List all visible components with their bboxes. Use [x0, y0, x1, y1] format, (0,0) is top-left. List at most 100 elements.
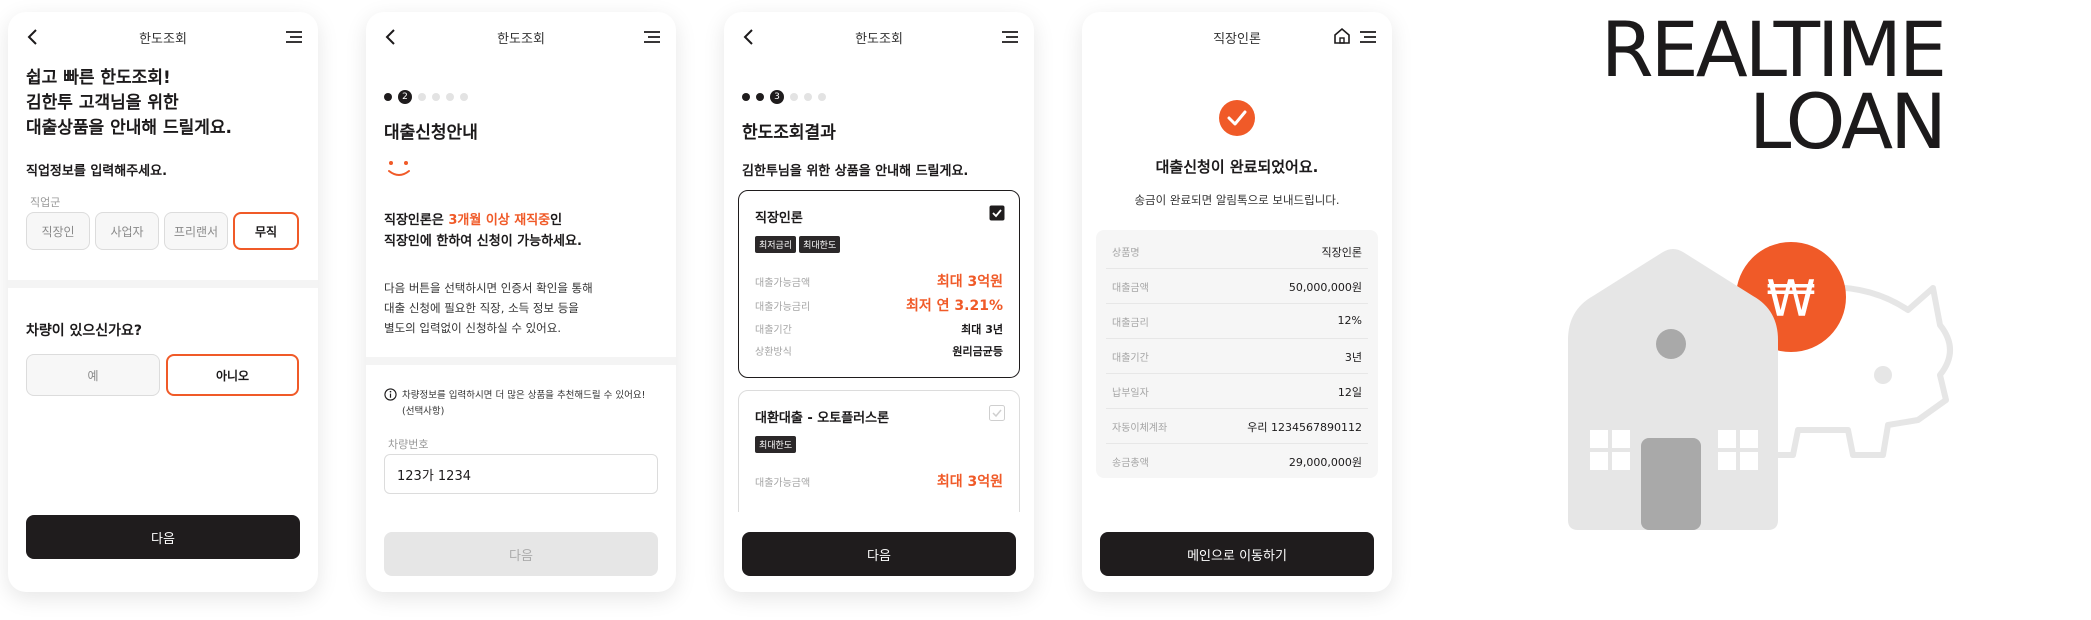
row-value: 최대 3억원	[936, 474, 1003, 490]
product-name: 대환대출 - 오토플러스론	[755, 411, 890, 426]
step-dot	[446, 93, 454, 101]
car-number-label: 차량번호	[388, 438, 429, 451]
product-row: 대출가능금액 최대 3억원	[755, 471, 1003, 491]
notice-text: 직장인론은	[384, 213, 449, 228]
header-title: 한도조회	[497, 32, 545, 47]
screen-limit-result: 한도조회 3 한도조회결과 김한투님을 위한 상품을 안내해 드릴게요. 직장인…	[724, 12, 1034, 592]
product-row: 대출가능금액 최대 3억원	[755, 271, 1003, 291]
app-header: 한도조회	[8, 12, 318, 62]
loan-summary: 상품명 직장인론 대출금액 50,000,000원 대출금리 12% 대출기간 3년 납…	[1096, 230, 1378, 478]
app-header: 직장인론	[1082, 12, 1392, 62]
brand-title: REALTIME LOAN	[1552, 12, 1947, 166]
checkbox-unchecked-icon[interactable]	[989, 405, 1005, 421]
product-row: 대출기간 최대 3년	[755, 321, 1003, 337]
page-heading: 쉽고 빠른 한도조회! 김한투 고객님을 위한 대출상품을 안내해 드릴게요.	[26, 66, 232, 141]
screen-loan-guide: 한도조회 2 대출신청안내 직장인론은 3개월 이상 재직중인 직장인에 한하여…	[366, 12, 676, 592]
car-option-yes[interactable]: 예	[26, 354, 160, 396]
heading-line: 대출상품을 안내해 드릴게요.	[26, 118, 232, 138]
step-dot	[790, 93, 798, 101]
row-divider	[1106, 443, 1368, 444]
next-button[interactable]: 다음	[742, 532, 1016, 576]
product-row: 상환방식 원리금균등	[755, 343, 1003, 359]
product-card-selected[interactable]: 직장인론 최저금리 최대한도 대출가능금액 최대 3억원 대출가능금리 최저 연 3.…	[738, 190, 1020, 378]
screen-job-info: 한도조회 쉽고 빠른 한도조회! 김한투 고객님을 위한 대출상품을 안내해 드…	[8, 12, 318, 592]
row-key: 대출기간	[755, 325, 792, 336]
summary-row: 대출기간 3년	[1112, 349, 1362, 365]
product-tags: 최저금리 최대한도	[755, 233, 843, 253]
summary-row: 상품명 직장인론	[1112, 244, 1362, 260]
summary-key: 대출금액	[1112, 283, 1149, 294]
menu-icon[interactable]	[642, 27, 662, 47]
menu-icon[interactable]	[1358, 27, 1378, 47]
summary-row: 자동이체계좌 우리 1234567890112	[1112, 419, 1362, 435]
header-title: 한도조회	[139, 32, 187, 47]
row-divider	[1106, 408, 1368, 409]
summary-row: 송금총액 29,000,000원	[1112, 454, 1362, 470]
row-divider	[1106, 303, 1368, 304]
notice-text: 직장인에 한하여 신청이 가능하세요.	[384, 234, 582, 249]
summary-value: 직장인론	[1321, 246, 1362, 259]
row-divider	[1106, 373, 1368, 374]
row-value: 원리금균등	[952, 345, 1003, 358]
desc-line: 다음 버튼을 선택하시면 인증서 확인을 통해	[384, 281, 593, 295]
car-info-hint: 차량정보를 입력하시면 더 많은 상품을 추천해드릴 수 있어요! (선택사항)	[402, 388, 645, 420]
step-dot	[818, 93, 826, 101]
row-divider	[1106, 338, 1368, 339]
step-dot	[460, 93, 468, 101]
step-current: 2	[398, 90, 412, 104]
eligibility-notice: 직장인론은 3개월 이상 재직중인 직장인에 한하여 신청이 가능하세요.	[384, 210, 582, 252]
summary-value: 12일	[1337, 386, 1362, 399]
next-button[interactable]: 다음	[26, 515, 300, 559]
result-subheading: 김한투님을 위한 상품을 안내해 드릴게요.	[742, 164, 969, 179]
car-question: 차량이 있으신가요?	[26, 323, 143, 339]
tag-max-limit: 최대한도	[755, 436, 797, 453]
section-divider	[8, 280, 318, 288]
car-option-no[interactable]: 아니오	[166, 354, 299, 396]
go-main-button[interactable]: 메인으로 이동하기	[1100, 532, 1374, 576]
desc-line: 별도의 입력없이 신청하실 수 있어요.	[384, 321, 561, 335]
complete-subheading: 송금이 완료되면 알림톡으로 보내드립니다.	[1134, 193, 1340, 207]
menu-icon[interactable]	[284, 27, 304, 47]
info-icon	[384, 388, 397, 401]
car-number-input[interactable]: 123가 1234	[384, 454, 658, 494]
job-chip-freelancer[interactable]: 프리랜서	[164, 212, 228, 250]
summary-key: 송금총액	[1112, 458, 1149, 469]
step-dot	[804, 93, 812, 101]
checkbox-checked-icon[interactable]	[989, 205, 1005, 221]
row-value: 최저 연 3.21%	[906, 298, 1003, 314]
job-chip-unemployed[interactable]: 무직	[233, 212, 299, 250]
home-icon[interactable]	[1332, 26, 1352, 46]
job-chip-business[interactable]: 사업자	[95, 212, 159, 250]
summary-value: 12%	[1337, 314, 1362, 327]
summary-key: 상품명	[1112, 248, 1140, 259]
step-indicator: 3	[742, 90, 826, 104]
product-row: 대출가능금리 최저 연 3.21%	[755, 295, 1003, 315]
app-header: 한도조회	[366, 12, 676, 62]
row-value: 최대 3년	[961, 323, 1003, 336]
row-key: 대출가능금리	[755, 302, 811, 313]
summary-row: 납부일자 12일	[1112, 384, 1362, 400]
hint-line: (선택사항)	[402, 406, 445, 417]
house-piggybank-illustration: ₩	[1568, 242, 1953, 530]
brand-line: LOAN	[1749, 77, 1947, 166]
row-key: 대출가능금액	[755, 478, 811, 489]
app-header: 한도조회	[724, 12, 1034, 62]
screen-apply-complete: 직장인론 대출신청이 완료되었어요. 송금이 완료되면 알림톡으로 보내드립니다…	[1082, 12, 1392, 592]
row-key: 대출가능금액	[755, 278, 811, 289]
step-current: 3	[770, 90, 784, 104]
summary-key: 대출금리	[1112, 318, 1149, 329]
product-tags: 최대한도	[755, 433, 799, 453]
step-dot	[384, 93, 392, 101]
summary-row: 대출금리 12%	[1112, 314, 1362, 329]
summary-key: 자동이체계좌	[1112, 423, 1168, 434]
next-button-disabled[interactable]: 다음	[384, 532, 658, 576]
step-dot	[418, 93, 426, 101]
page-heading: 한도조회결과	[742, 123, 836, 143]
desc-line: 대출 신청에 필요한 직장, 소득 정보 등을	[384, 301, 579, 315]
menu-icon[interactable]	[1000, 27, 1020, 47]
notice-highlight: 3개월 이상 재직중	[448, 213, 551, 228]
heading-line: 쉽고 빠른 한도조회!	[26, 68, 171, 88]
guide-description: 다음 버튼을 선택하시면 인증서 확인을 통해 대출 신청에 필요한 직장, 소…	[384, 278, 593, 338]
job-group-label: 직업군	[30, 196, 61, 209]
job-chip-employee[interactable]: 직장인	[26, 212, 90, 250]
